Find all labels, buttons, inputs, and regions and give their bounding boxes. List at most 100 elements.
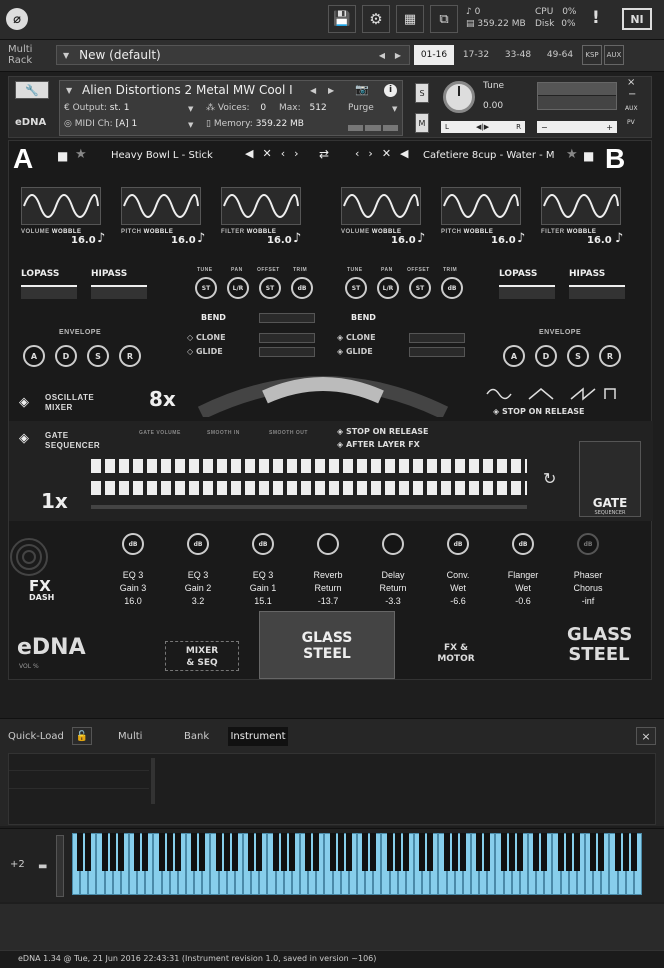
piano-black-key[interactable] bbox=[329, 833, 336, 871]
piano-black-key[interactable] bbox=[484, 833, 491, 871]
wobble-value-filter-b[interactable]: 16.0 bbox=[587, 235, 612, 246]
info-icon[interactable]: i bbox=[384, 84, 397, 97]
octave-minus-icon[interactable]: ▬ bbox=[38, 861, 47, 872]
decay-knob-b[interactable]: D bbox=[535, 345, 557, 367]
layer-b-logo[interactable]: B bbox=[605, 143, 625, 175]
piano-black-key[interactable] bbox=[109, 833, 116, 871]
piano-black-key[interactable] bbox=[557, 833, 564, 871]
trim-knob-b[interactable]: dB bbox=[441, 277, 463, 299]
wobble-value-pitch-b[interactable]: 16.0 bbox=[491, 235, 516, 246]
attack-knob-b[interactable]: A bbox=[503, 345, 525, 367]
attack-knob-a[interactable]: A bbox=[23, 345, 45, 367]
purge-dropdown[interactable]: Purge bbox=[348, 103, 374, 113]
layer-a-sample[interactable]: Heavy Bowl L - Stick bbox=[111, 150, 213, 161]
fx-knob-reverb-return[interactable] bbox=[317, 533, 339, 555]
trim-knob-a[interactable]: dB bbox=[291, 277, 313, 299]
quickload-close-icon[interactable]: × bbox=[636, 727, 656, 745]
piano-keyboard[interactable] bbox=[72, 833, 642, 897]
pan-knob-b[interactable]: L/R bbox=[377, 277, 399, 299]
piano-black-key[interactable] bbox=[345, 833, 352, 871]
gate-diamond-icon[interactable]: ◈ bbox=[19, 431, 29, 446]
layer-a-logo[interactable]: A bbox=[13, 143, 33, 175]
folder-icon-a[interactable]: ■ bbox=[57, 149, 68, 163]
offset-knob-b[interactable]: ST bbox=[409, 277, 431, 299]
output-field[interactable]: € Output: st. 1 bbox=[64, 103, 129, 113]
volume-slider[interactable]: − + bbox=[537, 121, 617, 133]
piano-black-key[interactable] bbox=[134, 833, 141, 871]
link-layers-icon[interactable]: ⇄ bbox=[319, 147, 329, 161]
piano-black-key[interactable] bbox=[614, 833, 621, 871]
wobble-value-volume-b[interactable]: 16.0 bbox=[391, 235, 416, 246]
bend-slider-a[interactable] bbox=[259, 313, 315, 323]
speaker-b-icon[interactable]: ◀ bbox=[400, 147, 408, 160]
gear-icon[interactable]: ⚙ bbox=[362, 5, 390, 33]
midi-channel-field[interactable]: ◎ MIDI Ch: [A] 1 bbox=[64, 119, 137, 129]
fx-knob-delay-return[interactable] bbox=[382, 533, 404, 555]
clone-slider-b[interactable] bbox=[409, 333, 465, 343]
piano-black-key[interactable] bbox=[443, 833, 450, 871]
quickload-list[interactable] bbox=[8, 753, 656, 825]
piano-black-key[interactable] bbox=[459, 833, 466, 871]
piano-black-key[interactable] bbox=[231, 833, 238, 871]
wobble-wave-volume-b[interactable] bbox=[341, 187, 421, 225]
wobble-wave-pitch-a[interactable] bbox=[121, 187, 201, 225]
quickload-tab-multi[interactable]: Multi bbox=[118, 731, 142, 742]
piano-black-key[interactable] bbox=[362, 833, 369, 871]
sustain-knob-a[interactable]: S bbox=[87, 345, 109, 367]
instrument-collapse-icon[interactable]: ▼ bbox=[66, 86, 72, 95]
output-dropdown-icon[interactable]: ▼ bbox=[188, 105, 193, 113]
lopass-slider-b[interactable] bbox=[499, 285, 555, 299]
next-preset-icon[interactable]: ▶ bbox=[395, 51, 401, 60]
wrench-icon[interactable]: 🔧 bbox=[15, 81, 49, 99]
octave-shift-label[interactable]: +2 bbox=[10, 859, 25, 870]
wobble-wave-pitch-b[interactable] bbox=[441, 187, 521, 225]
tune-value[interactable]: 0.00 bbox=[483, 101, 503, 111]
wobble-wave-filter-b[interactable] bbox=[541, 187, 621, 225]
kontakt-logo-icon[interactable]: ⌀ bbox=[6, 8, 28, 30]
fx-motor-tab[interactable]: FX & MOTOR bbox=[421, 643, 491, 665]
next-instrument-icon[interactable]: ▶ bbox=[328, 86, 334, 95]
note-icon[interactable]: ♪ bbox=[293, 231, 301, 246]
wobble-value-volume-a[interactable]: 16.0 bbox=[71, 235, 96, 246]
piano-black-key[interactable] bbox=[223, 833, 230, 871]
warning-icon[interactable]: ! bbox=[592, 8, 600, 28]
fx-knob-phaser-chorus[interactable]: dB bbox=[577, 533, 599, 555]
piano-black-key[interactable] bbox=[142, 833, 149, 871]
fx-knob-flanger-wet[interactable]: dB bbox=[512, 533, 534, 555]
clone-slider-a[interactable] bbox=[259, 333, 315, 343]
piano-black-key[interactable] bbox=[451, 833, 458, 871]
wave-shapes[interactable] bbox=[485, 387, 625, 401]
piano-black-key[interactable] bbox=[117, 833, 124, 871]
aux-toggle[interactable]: AUX bbox=[625, 105, 638, 112]
prev-instrument-icon[interactable]: ◀ bbox=[310, 86, 316, 95]
star-icon-a[interactable]: ★ bbox=[75, 147, 87, 162]
release-knob-a[interactable]: R bbox=[119, 345, 141, 367]
camera-icon[interactable]: 📷 bbox=[355, 83, 369, 96]
piano-black-key[interactable] bbox=[516, 833, 523, 871]
wobble-value-pitch-a[interactable]: 16.0 bbox=[171, 235, 196, 246]
piano-black-key[interactable] bbox=[565, 833, 572, 871]
ksp-button[interactable]: KSP bbox=[582, 45, 602, 65]
prev-sample-icon[interactable]: ‹ bbox=[281, 147, 285, 160]
piano-black-key[interactable] bbox=[541, 833, 548, 871]
star-icon-b[interactable]: ★ bbox=[566, 147, 578, 162]
fx-dash-logo[interactable]: FX DASH bbox=[9, 531, 73, 609]
quickload-tab-bank[interactable]: Bank bbox=[184, 731, 209, 742]
piano-black-key[interactable] bbox=[419, 833, 426, 871]
decay-knob-a[interactable]: D bbox=[55, 345, 77, 367]
aux-button[interactable]: AUX bbox=[604, 45, 624, 65]
glide-toggle-b[interactable]: ◈ GLIDE bbox=[337, 347, 373, 356]
pv-toggle[interactable]: PV bbox=[627, 119, 635, 126]
piano-black-key[interactable] bbox=[174, 833, 181, 871]
oscillate-multiplier[interactable]: 8x bbox=[149, 387, 176, 411]
clear-icon[interactable]: ✕ bbox=[262, 147, 271, 160]
glide-slider-b[interactable] bbox=[409, 347, 465, 357]
refresh-icon[interactable]: ↻ bbox=[543, 469, 556, 488]
lopass-slider-a[interactable] bbox=[21, 285, 77, 299]
stop-on-release-gate-toggle[interactable]: ◈ STOP ON RELEASE bbox=[337, 427, 429, 436]
piano-black-key[interactable] bbox=[573, 833, 580, 871]
gate-steps-row-2[interactable] bbox=[91, 481, 527, 495]
offset-knob-a[interactable]: ST bbox=[259, 277, 281, 299]
mixer-seq-tab[interactable]: MIXER & SEQ bbox=[165, 641, 239, 671]
piano-black-key[interactable] bbox=[630, 833, 637, 871]
